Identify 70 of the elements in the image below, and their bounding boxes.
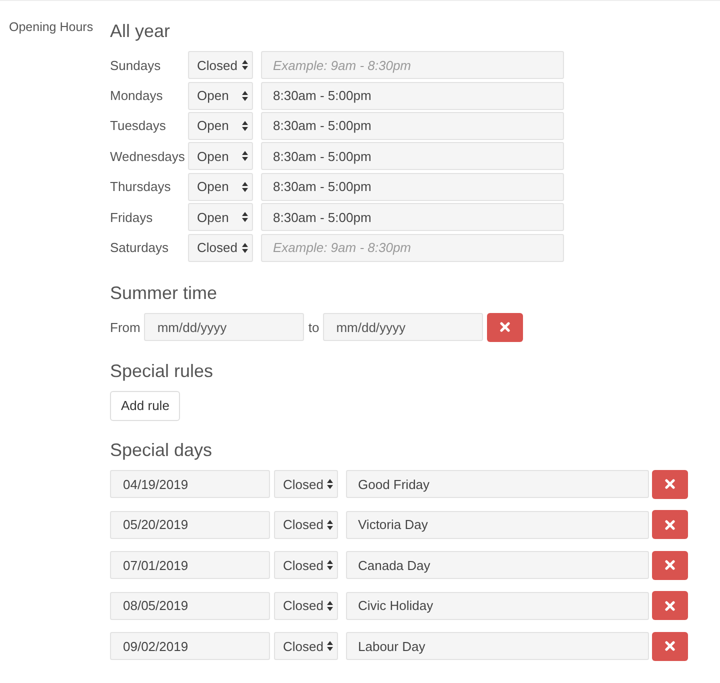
- close-icon: [665, 560, 675, 570]
- sort-arrows-icon: [242, 212, 248, 222]
- delete-button[interactable]: [652, 550, 688, 580]
- status-select[interactable]: Open: [188, 203, 253, 232]
- name-field[interactable]: Civic Holiday: [346, 592, 649, 620]
- from-label: From: [110, 320, 140, 335]
- status-select[interactable]: Closed: [274, 551, 338, 580]
- status-select[interactable]: Closed: [274, 592, 338, 620]
- close-icon: [665, 520, 675, 530]
- hours-field[interactable]: 8:30am - 5:00pm: [261, 203, 564, 232]
- day-label: Wednesdays: [110, 148, 186, 164]
- sort-arrows-icon: [242, 90, 248, 101]
- sort-arrows-icon: [242, 151, 248, 162]
- day-label: Sundays: [110, 58, 162, 73]
- name-field[interactable]: Victoria Day: [346, 510, 649, 539]
- to-label: to: [308, 320, 320, 335]
- status-select[interactable]: Open: [188, 172, 253, 201]
- day-label: Fridays: [110, 210, 154, 225]
- date-field[interactable]: 08/05/2019: [110, 592, 270, 620]
- sort-arrows-icon: [327, 520, 333, 530]
- day-label: Saturdays: [110, 240, 170, 256]
- delete-button[interactable]: [652, 591, 688, 620]
- status-select[interactable]: Closed: [188, 234, 253, 262]
- hours-field[interactable]: 8:30am - 5:00pm: [261, 112, 564, 140]
- field-label: Opening Hours: [8, 19, 94, 36]
- close-icon: [665, 600, 675, 611]
- sort-arrows-icon: [327, 560, 333, 570]
- hours-field[interactable]: 8:30am - 5:00pm: [261, 82, 564, 110]
- sort-arrows-icon: [327, 479, 333, 490]
- status-select[interactable]: Closed: [274, 632, 338, 660]
- date-field[interactable]: 07/01/2019: [110, 551, 270, 580]
- date-field[interactable]: mm/dd/yyyy: [144, 313, 304, 342]
- section-heading: All year: [110, 20, 172, 42]
- delete-button[interactable]: [487, 312, 524, 342]
- name-field[interactable]: Canada Day: [346, 551, 649, 580]
- sort-arrows-icon: [327, 641, 333, 652]
- sort-arrows-icon: [242, 242, 248, 253]
- sort-arrows-icon: [242, 60, 248, 70]
- hours-field[interactable]: 8:30am - 5:00pm: [261, 172, 564, 201]
- section-heading: Special days: [110, 438, 214, 461]
- status-select[interactable]: Closed: [188, 51, 253, 80]
- status-select[interactable]: Open: [188, 142, 253, 170]
- close-icon: [665, 641, 675, 652]
- sort-arrows-icon: [242, 182, 248, 192]
- close-icon: [500, 322, 510, 332]
- date-field[interactable]: 09/02/2019: [110, 632, 270, 660]
- name-field[interactable]: Good Friday: [346, 470, 649, 498]
- delete-button[interactable]: [652, 632, 688, 661]
- name-field[interactable]: Labour Day: [346, 632, 649, 660]
- section-heading: Special rules: [110, 360, 214, 382]
- section-heading: Summer time: [110, 282, 218, 304]
- add-rule-button[interactable]: Add rule: [110, 390, 180, 421]
- day-label: Thursdays: [110, 179, 172, 194]
- date-field[interactable]: 04/19/2019: [110, 470, 270, 498]
- delete-button[interactable]: [652, 510, 688, 540]
- status-select[interactable]: Closed: [274, 470, 338, 498]
- hours-field[interactable]: Example: 9am - 8:30pm: [261, 234, 564, 262]
- date-field[interactable]: mm/dd/yyyy: [323, 313, 484, 342]
- status-select[interactable]: Open: [188, 112, 253, 140]
- day-label: Tuesdays: [110, 118, 167, 134]
- hours-field[interactable]: 8:30am - 5:00pm: [261, 142, 564, 170]
- sort-arrows-icon: [242, 120, 248, 131]
- sort-arrows-icon: [327, 600, 333, 611]
- status-select[interactable]: Open: [188, 82, 253, 110]
- date-field[interactable]: 05/20/2019: [110, 510, 270, 539]
- status-select[interactable]: Closed: [274, 510, 338, 539]
- day-label: Mondays: [110, 88, 164, 104]
- delete-button[interactable]: [652, 470, 688, 499]
- close-icon: [665, 479, 675, 490]
- hours-field[interactable]: Example: 9am - 8:30pm: [261, 51, 564, 80]
